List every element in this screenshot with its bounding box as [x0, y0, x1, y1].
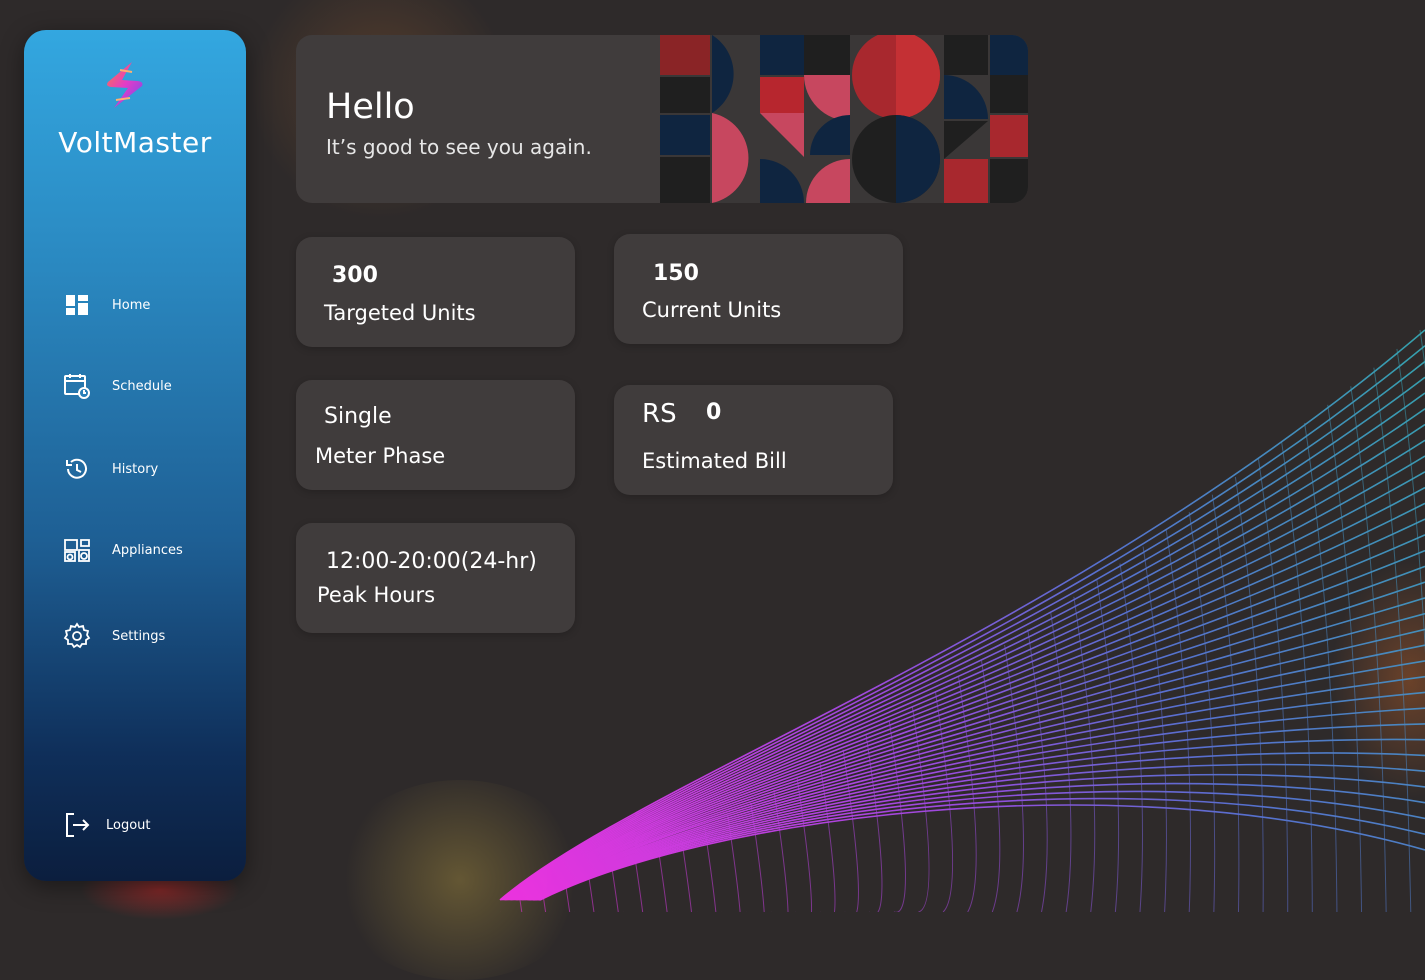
logout-button[interactable]: Logout: [62, 807, 151, 843]
sidebar-item-home[interactable]: Home: [62, 287, 150, 323]
current-units-value: 150: [653, 261, 699, 286]
bill-currency: RS: [642, 399, 677, 429]
greeting-subtitle: It’s good to see you again.: [326, 135, 592, 159]
brand-name: VoltMaster: [58, 126, 212, 159]
sidebar-item-label: Schedule: [112, 378, 172, 394]
peak-hours-value: 12:00-20:00(24-hr): [326, 549, 537, 574]
sidebar-item-label: Settings: [112, 628, 166, 644]
targeted-units-value: 300: [332, 263, 378, 288]
sidebar-item-schedule[interactable]: Schedule: [62, 368, 172, 404]
logout-icon: [62, 810, 92, 840]
dashboard-icon: [62, 290, 92, 320]
current-units-label: Current Units: [642, 298, 782, 322]
history-icon: [62, 454, 92, 484]
meter-phase-value: Single: [324, 404, 392, 429]
lightning-logo-icon: [107, 62, 143, 108]
targeted-units-label: Targeted Units: [324, 301, 476, 325]
current-units-card: 150 Current Units: [614, 234, 903, 344]
bill-value: 0: [706, 400, 722, 425]
ambient-glow-right: [1330, 560, 1425, 800]
targeted-units-card: 300 Targeted Units: [296, 237, 575, 347]
gear-icon: [62, 621, 92, 651]
greeting-banner: Hello It’s good to see you again.: [296, 35, 1028, 203]
meter-phase-card: Single Meter Phase: [296, 380, 575, 490]
peak-hours-label: Peak Hours: [317, 583, 436, 607]
sidebar-item-label: Appliances: [112, 542, 183, 558]
sidebar: VoltMaster Home Schedule History Applian…: [24, 30, 246, 881]
peak-hours-card: 12:00-20:00(24-hr) Peak Hours: [296, 523, 575, 633]
meter-phase-label: Meter Phase: [315, 444, 446, 468]
calendar-clock-icon: [62, 371, 92, 401]
sidebar-item-settings[interactable]: Settings: [62, 618, 165, 654]
estimated-bill-label: Estimated Bill: [642, 449, 787, 473]
sidebar-item-label: History: [112, 461, 159, 477]
geometric-pattern-art: [660, 35, 1028, 203]
estimated-bill-card: RS 0 Estimated Bill: [614, 385, 893, 495]
sidebar-item-appliances[interactable]: Appliances: [62, 532, 183, 568]
appliances-icon: [62, 535, 92, 565]
ambient-glow-yellow: [330, 780, 590, 980]
logout-label: Logout: [106, 817, 151, 833]
sidebar-item-history[interactable]: History: [62, 451, 158, 487]
sidebar-item-label: Home: [112, 297, 151, 313]
greeting-title: Hello: [326, 87, 415, 127]
